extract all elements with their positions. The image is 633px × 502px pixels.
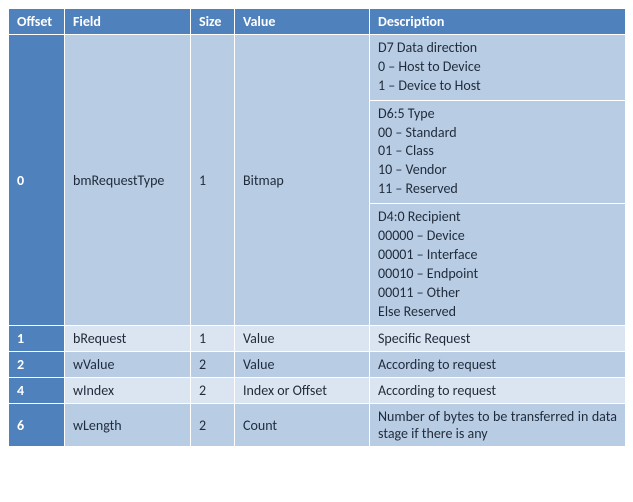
cell-field: wValue — [65, 352, 191, 378]
desc-d7: D7 Data direction 0 – Host to Device 1 –… — [378, 39, 617, 96]
table-row: 0 bmRequestType 1 Bitmap D7 Data directi… — [9, 35, 626, 101]
col-header-value: Value — [235, 9, 370, 35]
col-header-description: Description — [370, 9, 626, 35]
desc-d4-0: D4:0 Recipient 00000 – Device 00001 – In… — [378, 208, 617, 321]
cell-size: 1 — [191, 35, 235, 326]
cell-value: Index or Offset — [235, 378, 370, 404]
cell-size: 2 — [191, 378, 235, 404]
desc-d6-5: D6:5 Type 00 – Standard 01 – Class 10 – … — [378, 105, 617, 199]
cell-offset: 4 — [9, 378, 65, 404]
table-row: 4 wIndex 2 Index or Offset According to … — [9, 378, 626, 404]
cell-description: D7 Data direction 0 – Host to Device 1 –… — [370, 35, 626, 101]
cell-size: 2 — [191, 352, 235, 378]
col-header-offset: Offset — [9, 9, 65, 35]
desc-line: 00000 – Device — [378, 227, 617, 246]
table-row: 1 bRequest 1 Value Specific Request — [9, 326, 626, 352]
col-header-size: Size — [191, 9, 235, 35]
desc-line: 00010 – Endpoint — [378, 265, 617, 284]
usb-setup-packet-table: Offset Field Size Value Description 0 bm… — [8, 8, 626, 447]
cell-description: D6:5 Type 00 – Standard 01 – Class 10 – … — [370, 100, 626, 203]
desc-line: 01 – Class — [378, 142, 617, 161]
cell-value: Count — [235, 404, 370, 447]
cell-field: wLength — [65, 404, 191, 447]
cell-offset: 0 — [9, 35, 65, 326]
desc-line: 0 – Host to Device — [378, 58, 617, 77]
desc-line: Else Reserved — [378, 303, 617, 322]
desc-line: D7 Data direction — [378, 39, 617, 58]
desc-line: 1 – Device to Host — [378, 77, 617, 96]
table-row: 6 wLength 2 Count Number of bytes to be … — [9, 404, 626, 447]
cell-size: 1 — [191, 326, 235, 352]
cell-offset: 6 — [9, 404, 65, 447]
desc-line: 00011 – Other — [378, 284, 617, 303]
table-header-row: Offset Field Size Value Description — [9, 9, 626, 35]
col-header-field: Field — [65, 9, 191, 35]
cell-value: Value — [235, 352, 370, 378]
cell-description: D4:0 Recipient 00000 – Device 00001 – In… — [370, 204, 626, 326]
desc-line: D6:5 Type — [378, 105, 617, 124]
cell-offset: 2 — [9, 352, 65, 378]
cell-description: Specific Request — [370, 326, 626, 352]
table-row: 2 wValue 2 Value According to request — [9, 352, 626, 378]
desc-line: 11 – Reserved — [378, 180, 617, 199]
cell-value: Value — [235, 326, 370, 352]
desc-line: 00 – Standard — [378, 124, 617, 143]
desc-line: D4:0 Recipient — [378, 208, 617, 227]
cell-description: According to request — [370, 378, 626, 404]
desc-line: 10 – Vendor — [378, 161, 617, 180]
cell-field: wIndex — [65, 378, 191, 404]
cell-description: According to request — [370, 352, 626, 378]
desc-line: 00001 – Interface — [378, 246, 617, 265]
cell-description: Number of bytes to be transferred in dat… — [370, 404, 626, 447]
cell-size: 2 — [191, 404, 235, 447]
cell-offset: 1 — [9, 326, 65, 352]
cell-field: bRequest — [65, 326, 191, 352]
cell-field: bmRequestType — [65, 35, 191, 326]
cell-value: Bitmap — [235, 35, 370, 326]
